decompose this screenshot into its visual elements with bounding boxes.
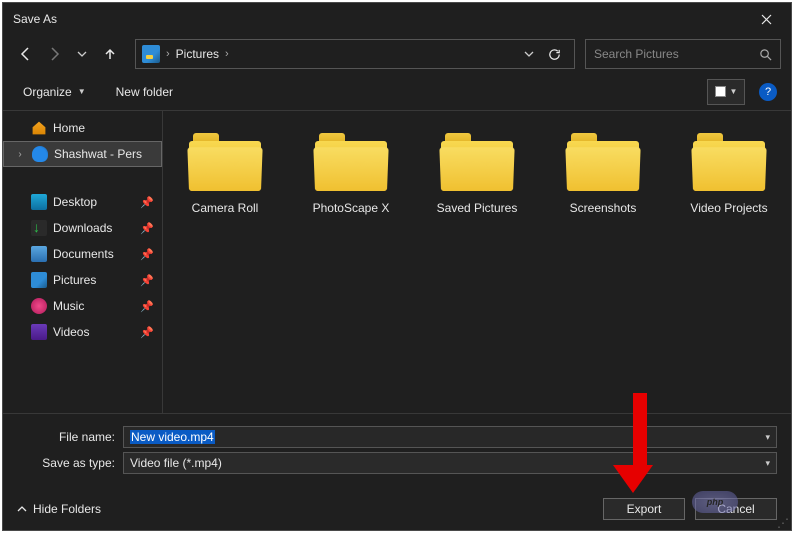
folder-grid: Camera Roll PhotoScape X Saved Pictures … [183, 133, 771, 217]
folder-icon [693, 133, 765, 191]
view-options-button[interactable]: ▼ [707, 79, 745, 105]
window-title: Save As [13, 12, 751, 26]
sidebar-item-documents[interactable]: Documents 📌 [3, 241, 162, 267]
folder-icon [315, 133, 387, 191]
sidebar-item-home[interactable]: Home [3, 115, 162, 141]
pictures-icon [31, 272, 47, 288]
savetype-select[interactable]: Video file (*.mp4) ▾ [123, 452, 777, 474]
folder-item[interactable]: PhotoScape X [309, 133, 393, 217]
refresh-button[interactable] [540, 40, 568, 68]
pin-icon: 📌 [140, 274, 154, 287]
folder-icon [441, 133, 513, 191]
sidebar-item-downloads[interactable]: Downloads 📌 [3, 215, 162, 241]
resize-grip[interactable]: ⋰ [777, 520, 787, 526]
folder-icon [567, 133, 639, 191]
chevron-up-icon [17, 504, 27, 514]
back-button[interactable] [13, 41, 39, 67]
desktop-icon [31, 194, 47, 210]
chevron-down-icon[interactable] [524, 49, 534, 59]
music-icon [31, 298, 47, 314]
search-icon[interactable] [759, 48, 772, 61]
breadcrumb-location[interactable]: Pictures [176, 47, 219, 61]
sidebar-item-desktop[interactable]: Desktop 📌 [3, 189, 162, 215]
folder-item[interactable]: Screenshots [561, 133, 645, 217]
filename-input[interactable]: New video.mp4 ▾ [123, 426, 777, 448]
save-as-dialog: Save As › Pictures › [2, 2, 792, 531]
address-bar[interactable]: › Pictures › [135, 39, 575, 69]
pin-icon: 📌 [140, 196, 154, 209]
body-area: Home › Shashwat - Pers Desktop 📌 Downloa… [3, 111, 791, 413]
expand-icon[interactable]: › [14, 149, 26, 160]
breadcrumb-separator: › [225, 48, 229, 60]
folder-item[interactable]: Camera Roll [183, 133, 267, 217]
search-box[interactable] [585, 39, 781, 69]
titlebar: Save As [3, 3, 791, 35]
savetype-label: Save as type: [17, 456, 123, 470]
pin-icon: 📌 [140, 222, 154, 235]
breadcrumb-separator: › [166, 48, 170, 60]
view-icon [715, 86, 726, 97]
sidebar-item-personal[interactable]: › Shashwat - Pers [3, 141, 162, 167]
videos-icon [31, 324, 47, 340]
pin-icon: 📌 [140, 300, 154, 313]
export-button[interactable]: Export [603, 498, 685, 520]
chevron-down-icon: ▼ [730, 87, 738, 96]
downloads-icon [31, 220, 47, 236]
watermark-badge: php [692, 491, 738, 513]
organize-button[interactable]: Organize ▼ [17, 81, 92, 103]
home-icon [31, 120, 47, 136]
onedrive-icon [32, 146, 48, 162]
filename-label: File name: [17, 430, 123, 444]
search-input[interactable] [594, 47, 759, 61]
sidebar-item-music[interactable]: Music 📌 [3, 293, 162, 319]
pin-icon: 📌 [140, 326, 154, 339]
folder-view[interactable]: Camera Roll PhotoScape X Saved Pictures … [163, 111, 791, 413]
bottom-panel: File name: New video.mp4 ▾ Save as type:… [3, 413, 791, 530]
folder-item[interactable]: Video Projects [687, 133, 771, 217]
chevron-down-icon[interactable]: ▾ [765, 432, 770, 443]
folder-icon [189, 133, 261, 191]
sidebar-item-videos[interactable]: Videos 📌 [3, 319, 162, 345]
chevron-down-icon[interactable]: ▾ [765, 458, 770, 469]
forward-button[interactable] [41, 41, 67, 67]
toolbar: Organize ▼ New folder ▼ ? [3, 73, 791, 111]
documents-icon [31, 246, 47, 262]
pin-icon: 📌 [140, 248, 154, 261]
up-button[interactable] [97, 41, 123, 67]
help-button[interactable]: ? [759, 83, 777, 101]
pictures-icon [142, 45, 160, 63]
hide-folders-button[interactable]: Hide Folders [17, 502, 101, 516]
chevron-down-icon: ▼ [78, 87, 86, 96]
navigation-tree: Home › Shashwat - Pers Desktop 📌 Downloa… [3, 111, 163, 413]
navigation-bar: › Pictures › [3, 35, 791, 73]
sidebar-item-pictures[interactable]: Pictures 📌 [3, 267, 162, 293]
close-button[interactable] [751, 4, 781, 34]
new-folder-button[interactable]: New folder [110, 81, 179, 103]
recent-dropdown[interactable] [69, 41, 95, 67]
folder-item[interactable]: Saved Pictures [435, 133, 519, 217]
